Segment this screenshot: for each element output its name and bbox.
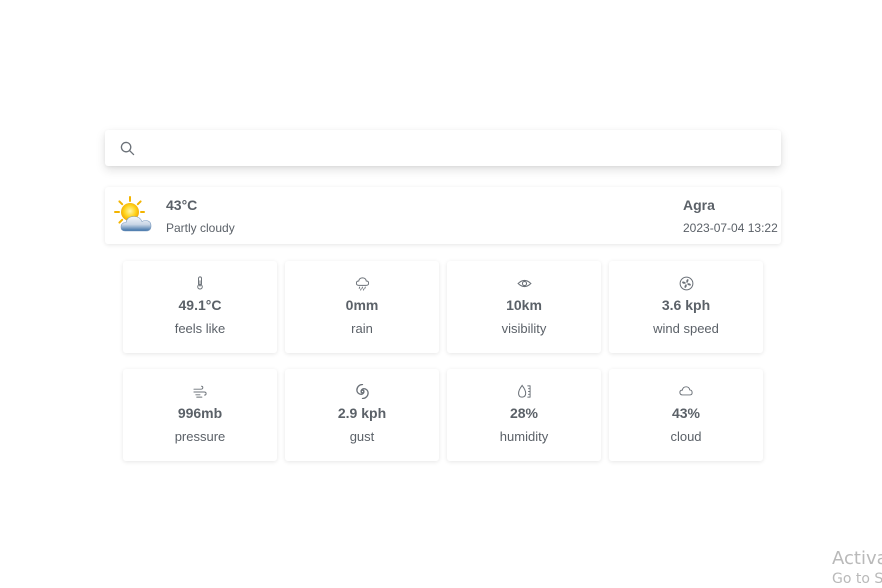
stat-card-visibility: 10km visibility: [447, 261, 601, 353]
stat-label: feels like: [174, 321, 226, 336]
humidity-icon: [516, 383, 532, 399]
search-input[interactable]: [145, 129, 771, 167]
stat-value: 996mb: [177, 405, 223, 421]
stat-card-feels-like: 49.1°C feels like: [123, 261, 277, 353]
stat-card-gust: 2.9 kph gust: [285, 369, 439, 461]
stat-label: cloud: [670, 429, 702, 444]
rain-icon: [354, 275, 370, 291]
stat-label: pressure: [174, 429, 226, 444]
stat-value: 3.6 kph: [661, 297, 711, 313]
weather-condition: Partly cloudy: [166, 221, 235, 235]
stat-card-humidity: 28% humidity: [447, 369, 601, 461]
stat-label: wind speed: [653, 321, 719, 336]
stat-value: 28%: [509, 405, 539, 421]
stat-value: 10km: [506, 297, 542, 313]
search-bar[interactable]: [105, 129, 781, 167]
eye-icon: [516, 275, 532, 291]
watermark-title: Activa: [832, 548, 882, 569]
weather-stats-grid: 49.1°C feels like 0mm rain 10km visibili…: [123, 261, 763, 461]
local-datetime: 2023-07-04 13:22: [683, 221, 778, 235]
weather-app: 43°C Partly cloudy Agra 2023-07-04 13:22…: [0, 0, 882, 588]
stat-value: 49.1°C: [178, 297, 222, 313]
fan-icon: [678, 275, 694, 291]
search-icon[interactable]: [119, 140, 135, 156]
stat-label: visibility: [501, 321, 547, 336]
stat-value: 0mm: [345, 297, 379, 313]
stat-value: 43%: [671, 405, 701, 421]
location-name: Agra: [683, 197, 715, 213]
pressure-icon: [192, 383, 208, 399]
current-temperature: 43°C: [166, 197, 198, 213]
stat-card-wind-speed: 3.6 kph wind speed: [609, 261, 763, 353]
windows-activation-watermark: Activa Go to S: [832, 548, 882, 587]
stat-value: 2.9 kph: [337, 405, 387, 421]
gust-icon: [354, 383, 370, 399]
watermark-subtitle: Go to S: [832, 571, 882, 587]
stat-label: humidity: [499, 429, 549, 444]
partly-cloudy-icon: [113, 195, 155, 237]
stat-label: gust: [349, 429, 375, 444]
current-weather-card: 43°C Partly cloudy Agra 2023-07-04 13:22: [105, 187, 781, 244]
cloud-icon: [678, 383, 694, 399]
stat-card-cloud: 43% cloud: [609, 369, 763, 461]
stat-label: rain: [351, 321, 373, 336]
stat-card-rain: 0mm rain: [285, 261, 439, 353]
thermometer-icon: [192, 275, 208, 291]
stat-card-pressure: 996mb pressure: [123, 369, 277, 461]
